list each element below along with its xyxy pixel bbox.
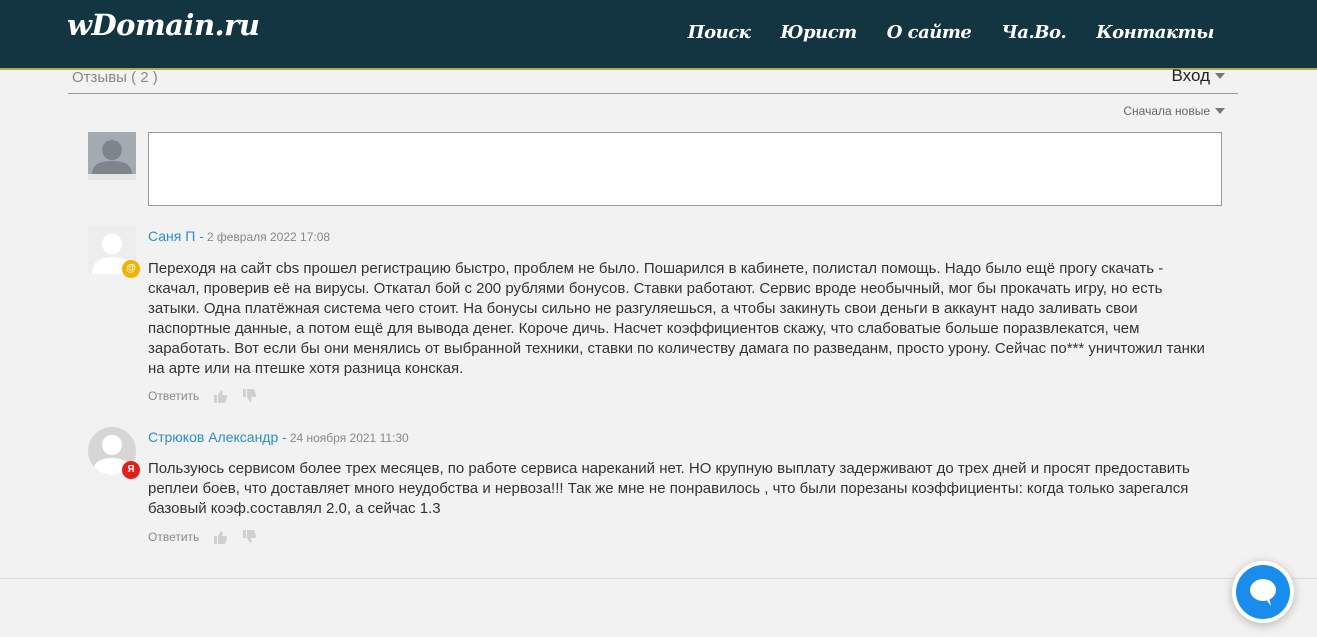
nav-lawyer[interactable]: Юрист xyxy=(780,22,857,43)
comment-text: Пользуюсь сервисом более трех месяцев, п… xyxy=(148,460,1190,517)
comment-input[interactable] xyxy=(148,132,1222,206)
current-user-avatar xyxy=(88,132,136,180)
comment-author[interactable]: Стрюков Александр -24 ноября 2021 11:30 xyxy=(148,429,409,445)
chevron-down-icon xyxy=(1215,108,1225,114)
top-navbar: wDomain.ru Поиск Юрист О сайте Ча.Во. Ко… xyxy=(0,0,1317,70)
sort-dropdown[interactable]: Сначала новые xyxy=(1123,104,1225,118)
user-silhouette-icon xyxy=(88,132,136,180)
reviews-count-title: Отзывы ( 2 ) xyxy=(72,69,158,86)
nav-faq[interactable]: Ча.Во. xyxy=(1001,22,1066,43)
nav-contacts[interactable]: Контакты xyxy=(1096,22,1214,43)
yandex-auth-badge-icon: Я xyxy=(122,461,140,479)
author-name: Саня П - xyxy=(148,228,204,244)
comment-actions: Ответить xyxy=(148,389,257,403)
thumbs-up-icon[interactable] xyxy=(213,389,228,403)
thumbs-down-icon[interactable] xyxy=(242,530,257,544)
main-nav: Поиск Юрист О сайте Ча.Во. Контакты xyxy=(688,22,1215,43)
comment-text: Переходя на сайт cbs прошел регистрацию … xyxy=(148,260,1205,377)
chat-button-face xyxy=(1236,565,1290,619)
thumbs-up-icon[interactable] xyxy=(213,530,228,544)
chat-widget-button[interactable] xyxy=(1232,561,1294,623)
reply-link[interactable]: Ответить xyxy=(148,389,199,403)
chat-bubble-icon xyxy=(1250,579,1276,606)
badge-glyph: @ xyxy=(126,263,136,274)
nav-search[interactable]: Поиск xyxy=(688,22,751,43)
reply-link[interactable]: Ответить xyxy=(148,530,199,544)
chevron-down-icon xyxy=(1215,73,1225,79)
section-divider xyxy=(0,578,1317,579)
comment-date: 24 ноября 2021 11:30 xyxy=(289,431,409,445)
author-name: Стрюков Александр - xyxy=(148,429,287,445)
reviews-header: Отзывы ( 2 ) Вход xyxy=(68,66,1238,94)
site-logo[interactable]: wDomain.ru xyxy=(67,8,260,42)
thumbs-down-icon[interactable] xyxy=(242,389,257,403)
login-label: Вход xyxy=(1171,66,1210,85)
comment-date: 2 февраля 2022 17:08 xyxy=(206,230,331,244)
nav-about[interactable]: О сайте xyxy=(887,22,972,43)
comment-author[interactable]: Саня П -2 февраля 2022 17:08 xyxy=(148,228,330,244)
login-dropdown[interactable]: Вход xyxy=(1172,66,1225,86)
email-auth-badge-icon: @ xyxy=(122,260,140,278)
badge-glyph: Я xyxy=(127,464,135,475)
sort-label: Сначала новые xyxy=(1123,104,1210,118)
comment-actions: Ответить xyxy=(148,530,257,544)
